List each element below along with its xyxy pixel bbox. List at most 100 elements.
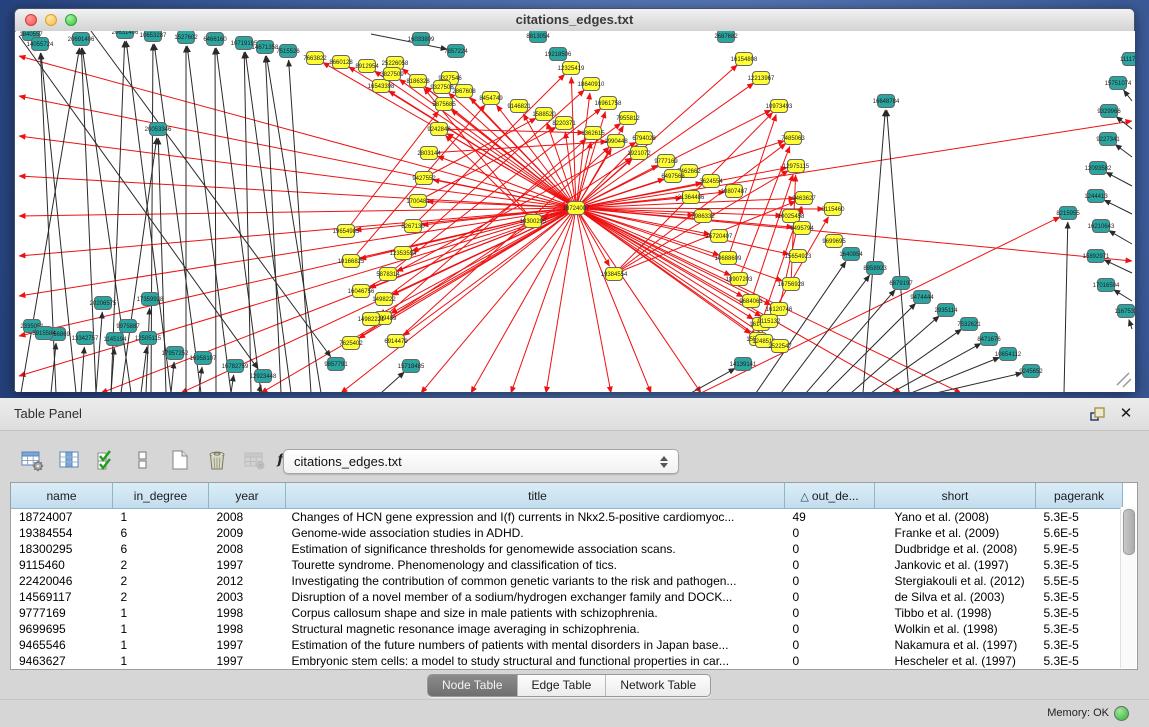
graph-node[interactable]: 9146821 xyxy=(507,100,531,113)
graph-node[interactable]: 9857791 xyxy=(324,358,348,371)
table-cell[interactable]: Tourette syndrome. Phenomenology and cla… xyxy=(286,557,785,573)
graph-edge[interactable] xyxy=(887,110,909,392)
graph-node[interactable]: 9327508 xyxy=(430,81,454,94)
graph-node[interactable]: 9495794 xyxy=(790,222,814,235)
graph-node[interactable]: 9699695 xyxy=(822,235,846,248)
graph-node[interactable]: 10807487 xyxy=(721,185,748,198)
column-header-pagerank[interactable]: pagerank xyxy=(1036,483,1123,509)
graph-node[interactable]: 2803144 xyxy=(417,147,441,160)
table-cell[interactable]: 5.3E-5 xyxy=(1036,509,1123,526)
graph-edge[interactable] xyxy=(412,208,576,251)
close-icon[interactable]: ✕ xyxy=(1117,406,1135,422)
graph-node[interactable]: 1145194 xyxy=(104,333,128,346)
graph-edge[interactable] xyxy=(231,375,234,392)
graph-node[interactable]: 9115132 xyxy=(758,315,782,328)
graph-node[interactable]: 1244413 xyxy=(1084,190,1108,203)
graph-node[interactable]: 17016504 xyxy=(1093,279,1120,292)
graph-node[interactable]: 1527602 xyxy=(174,31,198,44)
table-cell[interactable]: 1 xyxy=(113,621,209,637)
graph-node[interactable]: 16756928 xyxy=(778,278,805,291)
graph-node[interactable]: 9975887 xyxy=(116,320,140,333)
table-cell[interactable]: 9699695 xyxy=(11,621,113,637)
graph-node[interactable]: 7857224 xyxy=(444,45,468,58)
float-window-icon[interactable] xyxy=(1089,406,1107,422)
graph-node[interactable]: 6914479 xyxy=(384,335,408,348)
table-cell[interactable]: 19384554 xyxy=(11,525,113,541)
graph-node[interactable]: 21364486 xyxy=(678,191,705,204)
table-row[interactable]: 969969511998Structural magnetic resonanc… xyxy=(11,621,1123,637)
table-cell[interactable]: 1 xyxy=(113,509,209,526)
graph-edge[interactable] xyxy=(81,347,84,392)
table-cell[interactable]: 2012 xyxy=(209,573,286,589)
graph-node[interactable]: 16782759 xyxy=(222,360,249,373)
graph-node[interactable]: 20206575 xyxy=(90,297,117,310)
graph-edge[interactable] xyxy=(244,52,251,392)
graph-edge[interactable] xyxy=(936,373,1022,392)
table-cell[interactable]: Estimation of significance thresholds fo… xyxy=(286,541,785,557)
graph-edge[interactable] xyxy=(266,56,321,392)
graph-edge[interactable] xyxy=(19,208,576,376)
graph-node[interactable]: 7532621 xyxy=(957,318,981,331)
graph-node[interactable]: 7663822 xyxy=(303,52,327,65)
graph-edge[interactable] xyxy=(171,362,174,392)
table-cell[interactable]: 1997 xyxy=(209,557,286,573)
graph-edge[interactable] xyxy=(1064,222,1068,392)
graph-edge[interactable] xyxy=(265,56,281,392)
graph-edge[interactable] xyxy=(806,290,895,392)
graph-node[interactable]: 15751074 xyxy=(1105,77,1132,90)
graph-node[interactable]: 6466160 xyxy=(203,33,227,46)
table-row[interactable]: 946362711997Embryonic stem cells: a mode… xyxy=(11,653,1123,669)
table-cell[interactable]: Structural magnetic resonance image aver… xyxy=(286,621,785,637)
graph-node[interactable]: 12505115 xyxy=(135,332,162,345)
graph-node[interactable]: 7955812 xyxy=(616,112,640,125)
graph-node[interactable]: 8454749 xyxy=(479,92,503,105)
table-cell[interactable]: de Silva et al. (2003) xyxy=(875,589,1036,605)
graph-node[interactable]: 3624554 xyxy=(699,175,723,188)
vertical-scrollbar[interactable] xyxy=(1120,507,1136,668)
graph-edge[interactable] xyxy=(289,60,311,392)
column-header-name[interactable]: name xyxy=(11,483,113,509)
table-row[interactable]: 911546021997Tourette syndrome. Phenomeno… xyxy=(11,557,1123,573)
graph-node[interactable]: 9427552 xyxy=(412,172,436,185)
graph-node[interactable]: 12213967 xyxy=(748,72,775,85)
table-cell[interactable]: 1 xyxy=(113,637,209,653)
graph-node[interactable]: 8186328 xyxy=(406,75,430,88)
graph-node[interactable]: 8813054 xyxy=(526,31,550,43)
tab-network-table[interactable]: Network Table xyxy=(606,675,710,696)
graph-node[interactable]: 7625402 xyxy=(339,337,363,350)
graph-node[interactable]: 14139141 xyxy=(730,358,757,371)
table-cell[interactable]: 5.3E-5 xyxy=(1036,605,1123,621)
graph-node[interactable]: 2935114 xyxy=(935,304,959,317)
table-mode-icon[interactable] xyxy=(18,446,46,474)
graph-edge[interactable] xyxy=(1124,90,1132,101)
network-graph[interactable]: 1840557140557242069140620631406106532871… xyxy=(16,31,1135,392)
graph-node[interactable]: 16648784 xyxy=(873,95,900,108)
graph-edge[interactable] xyxy=(1114,290,1132,301)
table-cell[interactable]: Corpus callosum shape and size in male p… xyxy=(286,605,785,621)
memory-status-icon[interactable] xyxy=(1114,706,1129,721)
table-cell[interactable]: Tibbo et al. (1998) xyxy=(875,605,1036,621)
table-row[interactable]: 977716911998Corpus callosum shape and si… xyxy=(11,605,1123,621)
graph-node[interactable]: 1362615 xyxy=(581,127,605,140)
graph-node[interactable]: 20631406 xyxy=(112,31,139,39)
graph-node[interactable]: 9329966 xyxy=(1097,105,1121,118)
graph-node[interactable]: 1167533 xyxy=(1115,305,1135,318)
table-row[interactable]: 1456911722003Disruption of a novel membe… xyxy=(11,589,1123,605)
graph-node[interactable]: 9777169 xyxy=(654,155,678,168)
table-cell[interactable]: 1997 xyxy=(209,653,286,669)
graph-node[interactable]: 1588520 xyxy=(532,108,556,121)
table-cell[interactable]: 1 xyxy=(113,605,209,621)
table-cell[interactable]: 5.3E-5 xyxy=(1036,589,1123,605)
graph-edge[interactable] xyxy=(781,275,870,392)
graph-node[interactable]: 3915584 xyxy=(32,327,56,340)
column-header-year[interactable]: year xyxy=(209,483,286,509)
graph-node[interactable]: 15718485 xyxy=(398,360,425,373)
table-cell[interactable]: 0 xyxy=(785,573,875,589)
graph-node[interactable]: 16961758 xyxy=(595,97,622,110)
column-header-short[interactable]: short xyxy=(875,483,1036,509)
graph-node[interactable]: 12923448 xyxy=(250,370,277,383)
table-cell[interactable]: 18300295 xyxy=(11,541,113,557)
window-titlebar[interactable]: citations_edges.txt xyxy=(15,9,1134,32)
table-cell[interactable]: 2009 xyxy=(209,525,286,541)
table-cell[interactable]: 2008 xyxy=(209,541,286,557)
